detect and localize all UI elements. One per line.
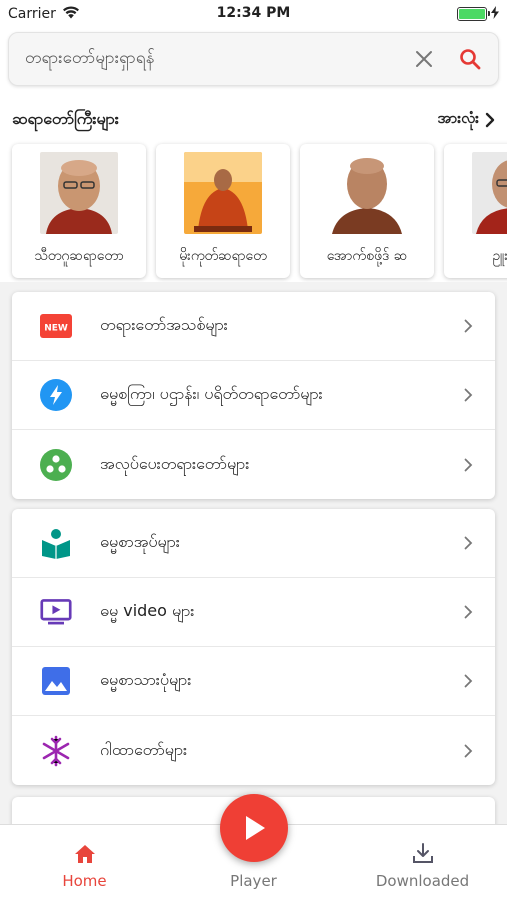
teacher-card[interactable]: အောက်စဖို့ဒ် ဆ <box>300 144 434 278</box>
player-play-button[interactable] <box>219 794 288 862</box>
teacher-name: မိုးကုတ်ဆရာတေ <box>179 248 267 264</box>
list-item-label: ဓမ္မစာသားပုံများ <box>100 670 192 689</box>
chevron-right-icon <box>461 674 475 688</box>
tab-home-label: Home <box>62 872 107 890</box>
list-item-videos[interactable]: ဓမ္မ video များ <box>12 578 495 647</box>
menu-group-media: ဓမ္မစာအုပ်များ ဓမ္မ video များ ဓမ္မစာသား… <box>12 509 495 785</box>
wifi-icon <box>62 5 80 23</box>
teachers-section-header: ဆရာတော်ကြီးများ အားလုံး <box>0 96 507 136</box>
chevron-right-icon <box>461 744 475 758</box>
list-item-images[interactable]: ဓမ္မစာသားပုံများ <box>12 647 495 716</box>
see-all-button[interactable]: အားလုံး <box>437 109 495 131</box>
teacher-photo <box>40 152 118 234</box>
teacher-photo <box>184 152 262 234</box>
section-title: ဆရာတော်ကြီးများ <box>12 109 119 128</box>
list-item-label: ဓမ္မစာအုပ်များ <box>100 532 180 551</box>
teacher-photo <box>472 152 507 234</box>
list-item-label: အလုပ်ပေးတရားတော်များ <box>100 453 250 473</box>
tab-downloaded-label: Downloaded <box>375 872 470 890</box>
new-badge-icon: NEW <box>40 310 72 342</box>
list-item-books[interactable]: ဓမ္မစာအုပ်များ <box>12 509 495 578</box>
tab-player-label: Player <box>230 872 277 890</box>
see-all-label: အားလုံး <box>437 109 479 127</box>
search-field[interactable]: တရားတော်များရှာရန် <box>8 32 499 86</box>
snowflake-icon <box>40 735 72 767</box>
list-item-label: တရားတော်အသစ်များ <box>100 315 228 334</box>
charging-icon <box>491 5 499 23</box>
teacher-photo <box>328 152 406 234</box>
list-item-verses[interactable]: ဂါထာတော်များ <box>12 716 495 785</box>
carrier-label: Carrier <box>8 6 56 22</box>
teacher-name: ဥူးသုမ <box>492 248 507 264</box>
search-icon[interactable] <box>454 43 486 75</box>
teacher-card[interactable]: ဥူးသုမ <box>444 144 507 278</box>
search-area: တရားတော်များရှာရန် <box>0 28 507 96</box>
search-input[interactable]: တရားတော်များရှာရန် <box>25 47 408 72</box>
list-item-label: ဂါထာတော်များ <box>100 739 188 759</box>
list-item-new-talks[interactable]: NEW တရားတော်အသစ်များ <box>12 292 495 361</box>
chevron-right-icon <box>461 536 475 550</box>
chevron-right-icon <box>461 605 475 619</box>
teacher-card[interactable]: သီတဂူဆရာတော <box>12 144 146 278</box>
list-item-chanting[interactable]: ဓမ္မစကြာ၊ ပဌာန်း၊ ပရိတ်တရာတော်များ <box>12 361 495 430</box>
lightning-icon <box>40 379 72 411</box>
home-icon <box>74 845 95 863</box>
teacher-name: သီတဂူဆရာတော <box>34 248 124 264</box>
chevron-right-icon <box>485 112 495 128</box>
list-item-label: ဓမ္မစကြာ၊ ပဌာန်း၊ ပရိတ်တရာတော်များ <box>100 384 323 403</box>
image-icon <box>40 665 72 697</box>
teacher-name: အောက်စဖို့ဒ် ဆ <box>326 248 408 264</box>
menu-group-dhamma-talks: NEW တရားတော်အသစ်များ ဓမ္မစကြာ၊ ပဌာန်း၊ ပ… <box>12 292 495 499</box>
tab-home[interactable]: Home <box>15 844 155 890</box>
teachers-carousel[interactable]: သီတဂူဆရာတော မိုးကုတ်ဆရာတေ အောက်စဖို့ဒ် ဆ… <box>0 136 507 282</box>
battery-icon <box>457 7 490 21</box>
play-icon <box>245 816 265 840</box>
list-item-meditation-talks[interactable]: အလုပ်ပေးတရားတော်များ <box>12 430 495 499</box>
book-reader-icon <box>40 527 72 559</box>
chevron-right-icon <box>461 458 475 472</box>
tab-downloaded[interactable]: Downloaded <box>353 842 493 890</box>
video-icon <box>40 596 72 628</box>
chevron-right-icon <box>461 319 475 333</box>
download-icon <box>412 843 433 863</box>
group-circles-icon <box>40 448 72 481</box>
new-badge-text: NEW <box>44 324 68 334</box>
chevron-right-icon <box>461 388 475 402</box>
close-icon[interactable] <box>408 43 440 75</box>
status-bar: Carrier 12:34 PM <box>0 0 507 28</box>
teacher-card[interactable]: မိုးကုတ်ဆရာတေ <box>156 144 290 278</box>
list-item-label: ဓမ္မ video များ <box>100 601 195 620</box>
